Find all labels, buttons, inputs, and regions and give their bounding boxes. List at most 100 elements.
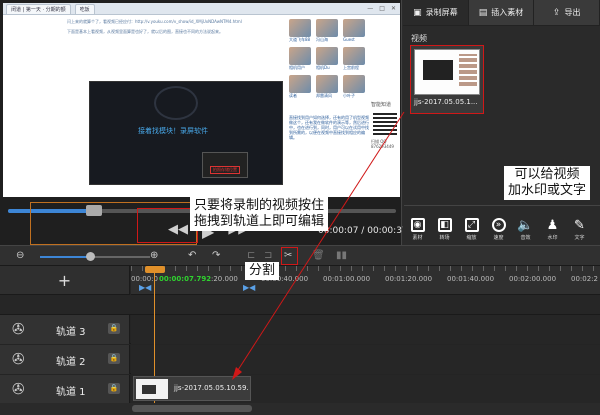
- drag-annotation: 只要将录制的视频按住 拖拽到轨道上即可编辑: [190, 197, 329, 231]
- crop-right-icon[interactable]: ⊐: [264, 249, 272, 263]
- track-name: 轨道 2: [56, 357, 86, 368]
- tool-label: 速度: [493, 235, 504, 241]
- film-insert-icon: ▤: [478, 7, 488, 18]
- bars-icon[interactable]: ▮▮: [336, 249, 347, 263]
- panel-tabs: ▣ 录制屏幕 ▤ 插入素材 ⇪ 导出: [403, 0, 600, 26]
- avatar-grid: 大道飞车88 冯山海 Guest 相机用户 相机Du 上宫前程 读者 邦雷清风 小叶子: [289, 19, 369, 101]
- playhead-handle[interactable]: [145, 266, 165, 273]
- zoom-in-icon[interactable]: ⊕: [150, 249, 158, 263]
- tab-label: 导出: [564, 8, 581, 17]
- timeline-zoom-slider[interactable]: [40, 256, 150, 258]
- split-annotation: 分割: [245, 262, 280, 280]
- redo-icon[interactable]: ↷: [212, 249, 220, 263]
- avatar-name: 相机用户: [289, 65, 305, 70]
- in-marker-icon[interactable]: ▶◀: [139, 283, 151, 292]
- video-section-label: 视频: [411, 34, 427, 43]
- track-lane[interactable]: [131, 345, 600, 374]
- add-track-button[interactable]: +: [0, 266, 130, 295]
- tool-audio[interactable]: 🔈 音效: [512, 206, 539, 245]
- delete-icon[interactable]: 🗑: [312, 249, 325, 263]
- watermark-text-highlight-box: [137, 208, 198, 243]
- timeline-scrollbar[interactable]: [0, 403, 600, 415]
- embedded-dialog: [202, 152, 248, 178]
- tool-label: 缩放: [466, 235, 477, 241]
- avatar-card: 读者: [289, 75, 313, 101]
- film-reel-icon: ✇: [12, 350, 25, 368]
- timeline: + 00:00:0 00:00:07.792:20.000 00:00:40.000…: [0, 266, 600, 415]
- drag-annotation-line: 拖拽到轨道上即可编辑: [194, 214, 325, 229]
- current-time-label: 00:00:07.792: [159, 275, 212, 283]
- ruler-tick-label: 00:01:20.000: [385, 275, 433, 283]
- maximize-icon: □: [379, 5, 385, 12]
- avatar-card: 冯山海: [316, 19, 340, 45]
- lock-icon[interactable]: 🔒: [108, 383, 120, 394]
- track-row: ✇ 轨道 1 🔒: [0, 375, 600, 404]
- tool-text[interactable]: ✎ 文字: [566, 206, 593, 245]
- track-header[interactable]: ✇ 轨道 2 🔒: [0, 345, 130, 374]
- avatar-name: 冯山海: [316, 37, 328, 42]
- avatar-name: 小叶子: [343, 93, 355, 98]
- watermark-annotation-line: 可以给视频: [514, 167, 580, 182]
- track-row: ✇ 轨道 3 🔒: [0, 315, 600, 344]
- film-reel-graphic: [154, 86, 198, 120]
- avatar-card: 相机Du: [316, 47, 340, 73]
- avatar: [289, 47, 311, 65]
- zoom-slider-handle[interactable]: [86, 252, 95, 261]
- avatar-card: 小叶子: [343, 75, 367, 101]
- video-media-item[interactable]: jjs-2017.05.05.1...: [410, 45, 484, 114]
- track-lane[interactable]: [131, 315, 600, 344]
- avatar: [343, 47, 365, 65]
- tab-record-screen[interactable]: ▣ 录制屏幕: [403, 0, 469, 25]
- embedded-video-title: 接着找模块！录屏软件: [138, 127, 208, 135]
- zoom-out-icon[interactable]: ⊖: [16, 249, 24, 263]
- browser-tab: 吃饭: [74, 3, 95, 14]
- clip-thumbnail: [136, 379, 168, 399]
- track-name: 轨道 3: [56, 327, 86, 338]
- browser-tab: 闭道 | 第一天 · 分期的额: [6, 3, 71, 14]
- window-controls: — □ ✕: [367, 5, 400, 12]
- tool-transition[interactable]: ◧ 转场: [431, 206, 458, 245]
- tool-label: 素材: [412, 235, 423, 241]
- tab-export[interactable]: ⇪ 导出: [534, 0, 600, 25]
- avatar-name: 大道飞车88: [289, 37, 311, 42]
- track-header[interactable]: ✇ 轨道 3 🔒: [0, 315, 130, 344]
- scrollbar-thumb[interactable]: [132, 405, 252, 412]
- lock-icon[interactable]: 🔒: [108, 353, 120, 364]
- split-highlight-box: [281, 247, 298, 265]
- ruler-tick-label: :20.000: [211, 275, 238, 283]
- blog-paragraph: 闪上来的就算个了，看视频已经应付：http://v.youku.com/v_sh…: [67, 19, 242, 24]
- crop-left-icon[interactable]: ⊏: [247, 249, 255, 263]
- browser-tab-bar: 闭道 | 第一天 · 分期的额 吃饭 — □ ✕: [3, 3, 400, 15]
- time-ruler[interactable]: 00:00:0 00:00:07.792:20.000 00:00:40.000 00…: [131, 266, 600, 295]
- edit-tools-bar: ◉ 素材 ◧ 转场 ⤢ 缩放 » 速度 🔈 音效 ♟ 水印 ✎ 文字: [404, 205, 600, 245]
- tool-label: 文字: [574, 235, 585, 241]
- avatar: [316, 19, 338, 37]
- avatar-name: 读者: [289, 93, 297, 98]
- tool-watermark[interactable]: ♟ 水印: [539, 206, 566, 245]
- clip-name: jjs-2017.05.05.10.59.: [174, 384, 249, 392]
- zoom-fill: [40, 256, 90, 258]
- tool-label: 音效: [520, 235, 531, 241]
- avatar-card: 上宫前程: [343, 47, 367, 73]
- time-display: 00:00:07 / 00:00:37: [318, 226, 408, 236]
- ruler-tick-label: 00:01:40.000: [447, 275, 495, 283]
- tab-insert-material[interactable]: ▤ 插入素材: [469, 0, 535, 25]
- embedded-highlight-text: 拍照存储位置: [210, 166, 240, 174]
- lock-icon[interactable]: 🔒: [108, 323, 120, 334]
- avatar-name: Guest: [343, 37, 355, 42]
- film-reel-icon: ✇: [12, 380, 25, 398]
- drag-annotation-line: 只要将录制的视频按住: [194, 198, 325, 213]
- track-row: ✇ 轨道 2 🔒: [0, 345, 600, 374]
- tool-zoom[interactable]: ⤢ 缩放: [458, 206, 485, 245]
- export-icon: ⇪: [552, 7, 561, 18]
- avatar-card: 大道飞车88: [289, 19, 313, 45]
- undo-icon[interactable]: ↶: [188, 249, 196, 263]
- out-marker-icon[interactable]: ▶◀: [243, 283, 255, 292]
- timeline-clip[interactable]: jjs-2017.05.05.10.59.: [133, 376, 251, 401]
- page-sidebar-text: 直接找到用户如何选择，还有的用了机型视频做这个，还有我在做软件的演示等，然后进行…: [289, 115, 369, 140]
- tool-label: 转场: [439, 235, 450, 241]
- timeline-toolbar: ⊖ ⊕ ↶ ↷ ⊏ ⊐ ✂ 🗑 ▮▮: [0, 245, 600, 266]
- tool-material[interactable]: ◉ 素材: [404, 206, 431, 245]
- tool-speed[interactable]: » 速度: [485, 206, 512, 245]
- track-header[interactable]: ✇ 轨道 1 🔒: [0, 375, 130, 404]
